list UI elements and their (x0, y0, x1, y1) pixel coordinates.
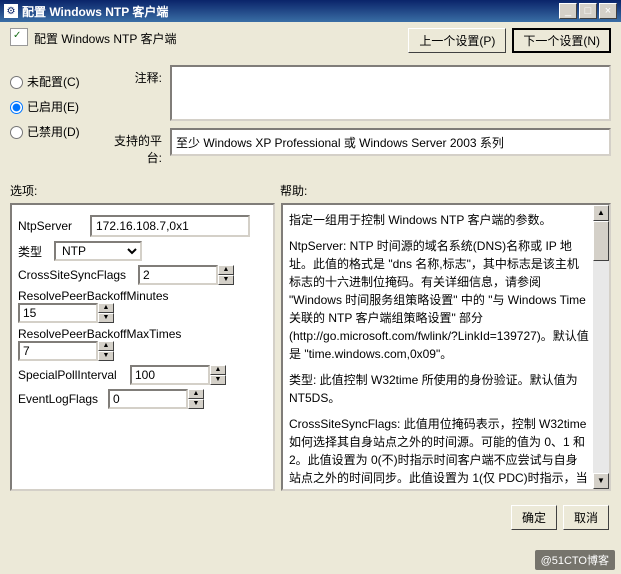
special-spinner[interactable]: ▲▼ (130, 365, 226, 385)
spin-up-icon[interactable]: ▲ (98, 303, 114, 313)
help-panel: 指定一组用于控制 Windows NTP 客户端的参数。 NtpServer: … (281, 203, 611, 491)
resolvemax-label: ResolvePeerBackoffMaxTimes (18, 327, 267, 341)
scroll-down-icon[interactable]: ▼ (593, 473, 609, 489)
spin-down-icon[interactable]: ▼ (218, 275, 234, 285)
state-radio-group: 未配置(C) 已启用(E) 已禁用(D) (10, 61, 100, 170)
help-text: 指定一组用于控制 Windows NTP 客户端的参数。 NtpServer: … (289, 211, 603, 491)
close-button[interactable]: × (599, 3, 617, 19)
ntpserver-input[interactable] (90, 215, 250, 237)
options-panel: NtpServer 类型 NTP CrossSiteSyncFlags ▲▼ R… (10, 203, 275, 491)
page-title: 配置 Windows NTP 客户端 (34, 28, 402, 47)
minimize-button[interactable]: _ (559, 3, 577, 19)
policy-icon (10, 28, 28, 46)
ok-button[interactable]: 确定 (511, 505, 557, 530)
resolvemin-label: ResolvePeerBackoffMinutes (18, 289, 267, 303)
special-label: SpecialPollInterval (18, 368, 130, 382)
spin-up-icon[interactable]: ▲ (210, 365, 226, 375)
eventlog-spinner[interactable]: ▲▼ (108, 389, 204, 409)
maximize-button[interactable]: □ (579, 3, 597, 19)
radio-disabled[interactable]: 已禁用(D) (10, 123, 100, 140)
cancel-button[interactable]: 取消 (563, 505, 609, 530)
radio-enabled[interactable]: 已启用(E) (10, 98, 100, 115)
window-title: 配置 Windows NTP 客户端 (22, 3, 557, 20)
type-label: 类型 (18, 243, 54, 260)
spin-up-icon[interactable]: ▲ (98, 341, 114, 351)
spin-down-icon[interactable]: ▼ (210, 375, 226, 385)
help-label: 帮助: (280, 182, 307, 199)
app-icon: ⚙ (4, 4, 18, 18)
platform-field (170, 128, 611, 156)
crosssite-label: CrossSiteSyncFlags (18, 268, 138, 282)
scroll-thumb[interactable] (593, 221, 609, 261)
spin-up-icon[interactable]: ▲ (218, 265, 234, 275)
prev-setting-button[interactable]: 上一个设置(P) (408, 28, 506, 53)
spin-down-icon[interactable]: ▼ (98, 351, 114, 361)
title-bar: ⚙ 配置 Windows NTP 客户端 _ □ × (0, 0, 621, 22)
next-setting-button[interactable]: 下一个设置(N) (512, 28, 611, 53)
eventlog-label: EventLogFlags (18, 392, 108, 406)
ntpserver-label: NtpServer (18, 219, 90, 233)
crosssite-spinner[interactable]: ▲▼ (138, 265, 234, 285)
spin-up-icon[interactable]: ▲ (188, 389, 204, 399)
radio-not-configured[interactable]: 未配置(C) (10, 73, 100, 90)
comment-textarea[interactable] (170, 65, 611, 121)
spin-down-icon[interactable]: ▼ (188, 399, 204, 409)
resolvemin-spinner[interactable]: ▲▼ (18, 303, 267, 323)
comment-label: 注释: (100, 65, 170, 124)
scroll-up-icon[interactable]: ▲ (593, 205, 609, 221)
spin-down-icon[interactable]: ▼ (98, 313, 114, 323)
type-select[interactable]: NTP (54, 241, 142, 261)
options-label: 选项: (10, 182, 280, 199)
help-scrollbar[interactable]: ▲ ▼ (593, 205, 609, 489)
resolvemax-spinner[interactable]: ▲▼ (18, 341, 267, 361)
watermark: @51CTO博客 (535, 550, 615, 570)
platform-label: 支持的平台: (100, 128, 170, 166)
